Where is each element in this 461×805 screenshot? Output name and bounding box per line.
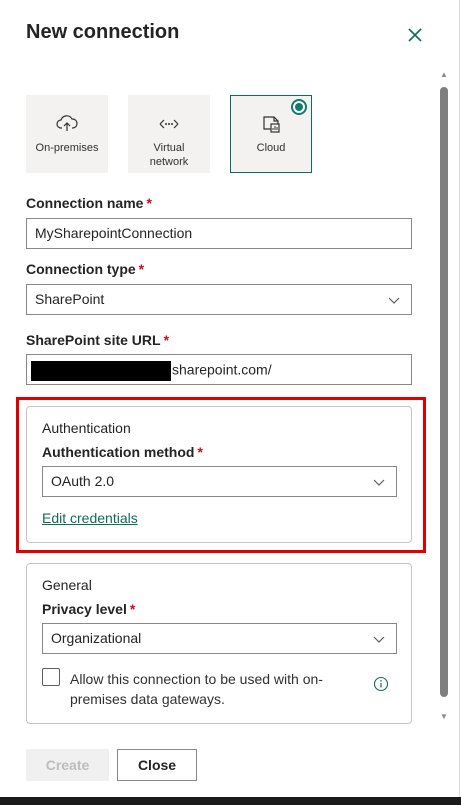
- tile-on-premises[interactable]: On-premises: [26, 95, 108, 173]
- scrollbar-thumb[interactable]: [440, 87, 448, 697]
- scroll-up-icon[interactable]: ▲: [440, 70, 448, 79]
- gateway-checkbox[interactable]: [42, 668, 60, 686]
- gateway-checkbox-label: Allow this connection to be used with on…: [70, 671, 323, 707]
- auth-method-dropdown[interactable]: OAuth 2.0: [42, 466, 397, 497]
- tile-cloud[interactable]: Cloud: [230, 95, 312, 173]
- create-button[interactable]: Create: [26, 749, 109, 781]
- connection-type-value: SharePoint: [35, 291, 105, 307]
- connection-name-input[interactable]: MySharepointConnection: [26, 218, 412, 249]
- site-url-input[interactable]: sharepoint.com/: [26, 354, 412, 385]
- scroll-down-icon[interactable]: ▼: [440, 712, 448, 721]
- tile-virtual-network[interactable]: Virtual network: [128, 95, 210, 173]
- edit-credentials-link[interactable]: Edit credentials: [42, 510, 138, 526]
- authentication-title: Authentication: [42, 420, 131, 436]
- site-url-label: SharePoint site URL *: [26, 332, 170, 348]
- close-button[interactable]: Close: [117, 749, 197, 781]
- dialog-title: New connection: [26, 21, 180, 43]
- privacy-level-value: Organizational: [51, 630, 142, 646]
- network-arrows-icon: [129, 114, 209, 134]
- tile-label: Virtual network: [149, 142, 189, 168]
- privacy-level-label: Privacy level *: [42, 601, 136, 617]
- redacted-block: [31, 361, 171, 381]
- tile-label: On-premises: [35, 142, 99, 154]
- privacy-level-dropdown[interactable]: Organizational: [42, 623, 397, 654]
- connection-type-label: Connection type *: [26, 261, 145, 277]
- general-section: General Privacy level * Organizational Al…: [26, 563, 412, 724]
- connection-name-label: Connection name *: [26, 195, 152, 211]
- close-icon[interactable]: [404, 24, 426, 46]
- general-title: General: [42, 577, 92, 593]
- connection-type-dropdown[interactable]: SharePoint: [26, 284, 412, 315]
- authentication-section: Authentication Authentication method * OA…: [26, 406, 412, 543]
- scrollbar[interactable]: ▲ ▼: [437, 70, 451, 725]
- selected-radio-icon: [291, 99, 307, 115]
- cloud-upload-icon: [27, 114, 107, 134]
- chevron-down-icon: [373, 636, 385, 643]
- chevron-down-icon: [388, 297, 400, 304]
- info-icon[interactable]: [373, 676, 389, 692]
- chevron-down-icon: [373, 479, 385, 486]
- cloud-chart-icon: [231, 114, 311, 134]
- auth-method-label: Authentication method *: [42, 444, 203, 460]
- tile-label: Cloud: [256, 142, 286, 154]
- site-url-value: sharepoint.com/: [172, 361, 272, 378]
- taskbar-strip: [0, 797, 461, 805]
- auth-method-value: OAuth 2.0: [51, 473, 115, 489]
- new-connection-panel: New connection ▲ ▼ On-premises Virtual n…: [0, 0, 460, 797]
